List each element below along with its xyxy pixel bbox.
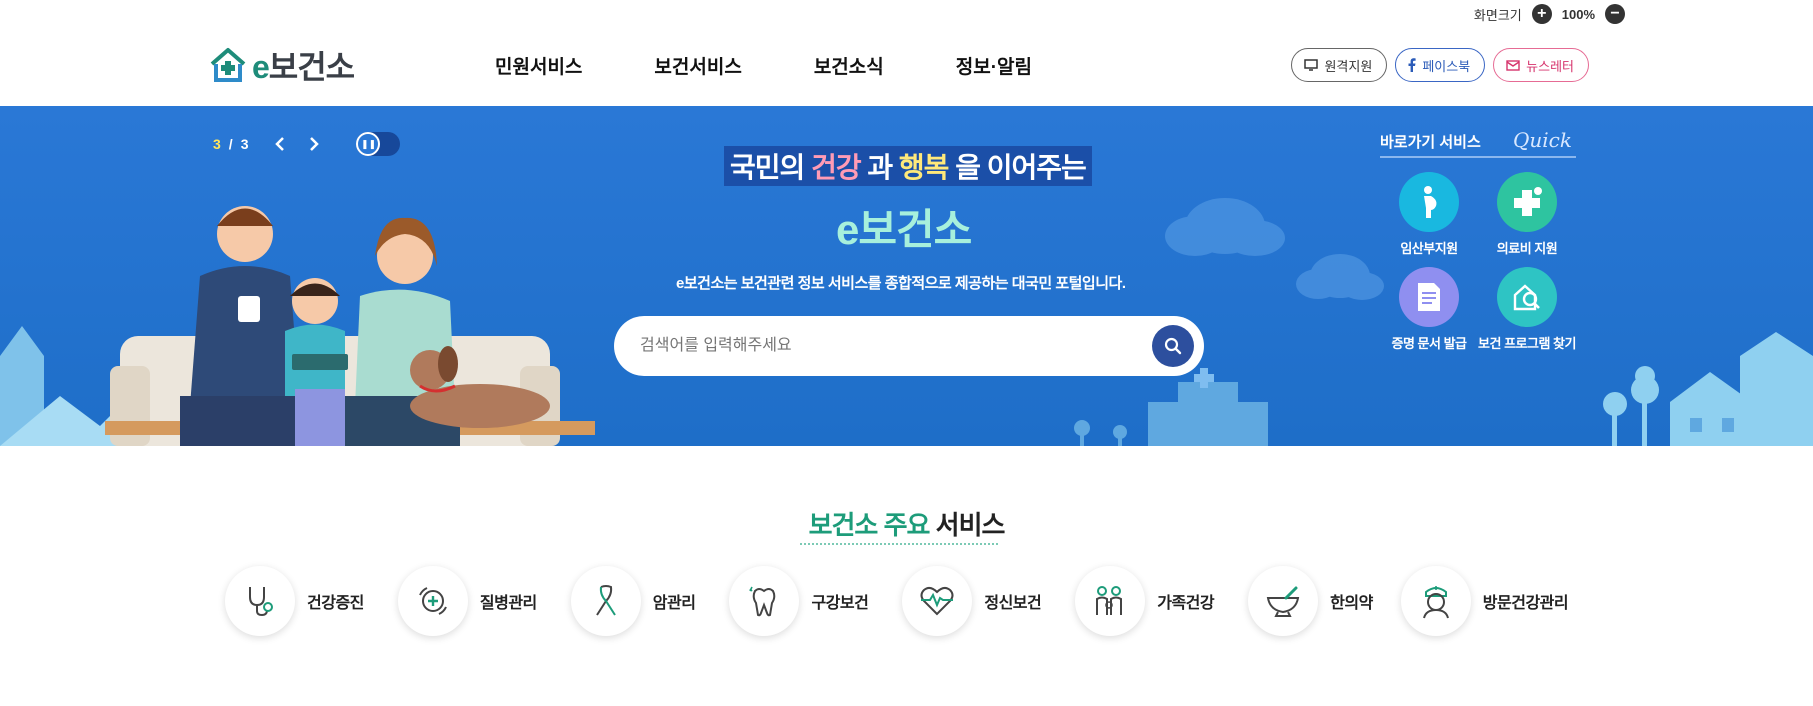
quick-item-program-search[interactable]: 보건 프로그램 찾기: [1478, 267, 1576, 352]
services-title: 보건소 주요 서비스: [808, 510, 1006, 540]
stethoscope-icon: [225, 566, 295, 636]
medical-cross-icon: [1497, 172, 1557, 232]
chevron-left-icon: [275, 137, 285, 151]
slide-total: 3: [240, 136, 249, 152]
nav-civil-service[interactable]: 민원서비스: [495, 52, 582, 79]
zoom-control: 화면크기 + 100% −: [1474, 4, 1625, 24]
slide-controls: 3 / 3 ❚❚: [213, 132, 401, 156]
search-box: [614, 316, 1204, 376]
zoom-out-button[interactable]: −: [1605, 4, 1625, 24]
hero-description: e보건소는 보건관련 정보 서비스를 종합적으로 제공하는 대국민 포털입니다.: [676, 275, 1126, 292]
nurse-icon: [1400, 566, 1471, 636]
search-icon: [1164, 337, 1182, 355]
search-button[interactable]: [1152, 325, 1194, 367]
service-mental-health[interactable]: 정신보건: [902, 566, 1042, 636]
logo-text: e보건소: [252, 49, 355, 85]
service-disease-management[interactable]: 질병관리: [397, 566, 537, 636]
header-buttons: 원격지원 페이스북 뉴스레터: [1291, 48, 1589, 82]
autoplay-toggle[interactable]: ❚❚: [356, 132, 401, 156]
zoom-in-button[interactable]: +: [1531, 4, 1552, 24]
zoom-value: 100%: [1561, 6, 1595, 22]
heartbeat-icon: [902, 566, 973, 636]
quick-menu-header: 바로가기 서비스 Quick: [1380, 128, 1576, 158]
zoom-label: 화면크기: [1473, 7, 1522, 23]
nav-info-notice[interactable]: 정보·알림: [956, 52, 1032, 79]
main-nav: 민원서비스 보건서비스 보건소식 정보·알림: [495, 52, 1032, 79]
service-home-visit-health[interactable]: 방문건강관리: [1400, 566, 1569, 636]
quick-menu-title-en: Quick: [1513, 128, 1572, 152]
remote-support-button[interactable]: 원격지원: [1291, 48, 1388, 82]
pause-icon: ❚❚: [356, 132, 381, 156]
newsletter-button[interactable]: 뉴스레터: [1493, 48, 1589, 82]
nav-health-service[interactable]: 보건서비스: [654, 52, 741, 79]
house-cross-icon: [210, 48, 246, 82]
quick-item-certificate[interactable]: 증명 문서 발급: [1380, 267, 1478, 352]
disease-management-icon: [397, 566, 468, 636]
facebook-button[interactable]: 페이스북: [1395, 48, 1486, 82]
quick-menu: 바로가기 서비스 Quick 임산부지원 의료비 지원 증명 문서 발급 보건 …: [1380, 128, 1576, 352]
facebook-icon: [1408, 58, 1416, 72]
quick-item-medical-cost[interactable]: 의료비 지원: [1478, 172, 1576, 257]
service-family-health[interactable]: 가족건강: [1075, 566, 1215, 636]
prev-slide-button[interactable]: [270, 134, 290, 154]
tooth-icon: [729, 566, 800, 636]
pregnant-woman-icon: [1399, 172, 1459, 232]
next-slide-button[interactable]: [304, 134, 324, 154]
program-search-icon: [1497, 267, 1557, 327]
mortar-pestle-icon: [1248, 566, 1319, 636]
hero-banner: 3 / 3 ❚❚ 국민의 건강 과 행복 을 이어주는 e보건소 e보건소는 보…: [0, 106, 1813, 446]
slide-current: 3: [213, 136, 221, 152]
chevron-right-icon: [310, 137, 320, 151]
hero-title: 국민의 건강 과 행복 을 이어주는: [724, 146, 1092, 186]
mail-icon: [1506, 60, 1520, 71]
service-cancer-management[interactable]: 암관리: [570, 566, 696, 636]
services-list: 건강증진 질병관리 암관리 구강보건 정신보건 가족건강 한의약 방문건강관리: [225, 566, 1569, 636]
site-logo[interactable]: e보건소: [208, 42, 355, 88]
quick-item-pregnancy[interactable]: 임산부지원: [1380, 172, 1478, 257]
hero-subtitle: e보건소: [836, 206, 972, 253]
service-oral-health[interactable]: 구강보건: [729, 566, 869, 636]
services-title-underline: [800, 543, 998, 545]
slide-separator: /: [228, 136, 233, 152]
service-korean-medicine[interactable]: 한의약: [1248, 566, 1373, 636]
cancer-ribbon-icon: [570, 566, 641, 636]
family-icon: [1075, 566, 1146, 636]
service-health-promotion[interactable]: 건강증진: [225, 566, 364, 636]
quick-menu-title: 바로가기 서비스: [1380, 134, 1481, 151]
search-input[interactable]: [640, 316, 1120, 376]
monitor-icon: [1304, 59, 1319, 71]
nav-health-news[interactable]: 보건소식: [814, 52, 884, 79]
site-header: e보건소 민원서비스 보건서비스 보건소식 정보·알림 원격지원 페이스북 뉴스…: [0, 30, 1813, 106]
document-icon: [1399, 267, 1459, 327]
